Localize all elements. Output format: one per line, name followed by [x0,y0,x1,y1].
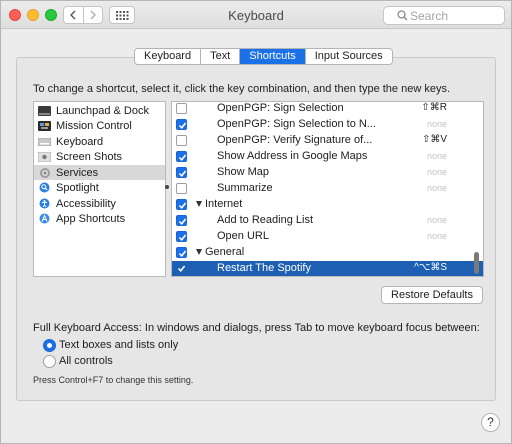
preference-tabs: Keyboard Text Shortcuts Input Sources [134,48,393,65]
sidebar-item-app-shortcuts[interactable]: App Shortcuts [34,211,165,226]
radio-text-boxes-and-lists[interactable] [43,339,56,352]
tab-keyboard[interactable]: Keyboard [135,49,202,64]
checkmark-icon [178,154,187,162]
checkmark-icon [177,265,186,273]
shortcut-list: OpenPGP: Sign Selection ⇧⌘R OpenPGP: Sig… [171,101,484,277]
spotlight-icon [38,182,51,193]
sidebar-item-label: App Shortcuts [56,212,126,225]
shortcut-key[interactable]: ⇧⌘R [421,102,447,113]
disclosure-triangle-icon[interactable] [196,249,202,255]
disclosure-triangle-icon[interactable] [196,201,202,207]
shortcut-key[interactable]: none [427,231,447,241]
screenshot-icon [38,151,51,162]
shortcut-checkbox[interactable] [176,167,187,178]
search-field[interactable]: Search [383,6,505,25]
shortcut-group-row[interactable]: General [172,245,483,261]
title-bar: Keyboard Search [1,1,511,29]
checkmark-icon [178,202,187,210]
shortcut-row[interactable]: OpenPGP: Sign Selection to N... none [172,117,483,133]
radio-all-controls[interactable] [43,355,56,368]
accessibility-icon [38,198,51,209]
sidebar-item-spotlight[interactable]: Spotlight [34,180,165,195]
shortcut-checkbox[interactable] [176,199,187,210]
shortcut-key[interactable]: none [427,215,447,225]
sidebar-item-label: Launchpad & Dock [56,104,149,117]
shortcut-row[interactable]: OpenPGP: Verify Signature of... ⇧⌘V [172,133,483,149]
shortcut-label: OpenPGP: Sign Selection to N... [217,118,376,130]
shortcut-label: OpenPGP: Sign Selection [217,102,344,114]
shortcut-key[interactable]: none [427,167,447,177]
shortcut-checkbox[interactable] [176,263,187,274]
checkmark-icon [178,218,187,226]
sidebar-item-screen-shots[interactable]: Screen Shots [34,149,165,164]
tab-text[interactable]: Text [201,49,241,64]
shortcut-row-selected[interactable]: Restart The Spotify ^⌥⌘S [172,261,483,276]
radio-label-all-controls[interactable]: All controls [59,355,113,367]
shortcut-label: Open URL [217,230,269,242]
shortcut-row[interactable]: Summarize none [172,181,483,197]
keyboard-preferences-window: Keyboard Search Keyboard Text Shortcuts … [0,0,512,444]
shortcut-label: Add to Reading List [217,214,314,226]
sidebar-item-mission-control[interactable]: Mission Control [34,118,165,133]
tab-shortcuts[interactable]: Shortcuts [240,49,306,64]
shortcut-row[interactable]: Show Map none [172,165,483,181]
shortcut-group-row[interactable]: Internet [172,197,483,213]
sidebar-item-keyboard[interactable]: Keyboard [34,134,165,149]
shortcut-label: Restart The Spotify [217,262,311,274]
shortcut-row[interactable]: OpenPGP: Sign Selection ⇧⌘R [172,102,483,117]
sidebar-item-label: Keyboard [56,135,104,148]
shortcut-checkbox[interactable] [176,231,187,242]
app-shortcuts-icon [38,213,51,224]
shortcut-row[interactable]: Open URL none [172,229,483,245]
shortcut-key[interactable]: ^⌥⌘S [414,262,447,273]
restore-defaults-button[interactable]: Restore Defaults [381,286,483,304]
gear-icon [38,167,51,178]
shortcut-key[interactable]: none [427,119,447,129]
shortcut-group-label: Internet [205,198,243,210]
keyboard-access-hint: Press Control+F7 to change this setting. [33,375,194,385]
sidebar-item-label: Services [56,166,99,179]
shortcut-key[interactable]: ⇧⌘V [422,134,447,145]
checkmark-icon [178,234,187,242]
checkmark-icon [178,250,187,258]
shortcut-category-list: Launchpad & Dock Mission Control Keyboar… [33,101,166,277]
tab-input-sources[interactable]: Input Sources [305,49,392,64]
mission-control-icon [38,120,51,131]
full-keyboard-access-label: Full Keyboard Access: In windows and dia… [33,322,480,334]
shortcut-group-label: General [205,246,245,258]
sidebar-item-launchpad-dock[interactable]: Launchpad & Dock [34,103,165,118]
search-placeholder: Search [410,8,449,23]
shortcut-label: Show Address in Google Maps [217,150,368,162]
sidebar-item-label: Spotlight [56,181,99,194]
sidebar-item-accessibility[interactable]: Accessibility [34,196,165,211]
launchpad-icon [38,105,51,116]
shortcut-key[interactable]: none [427,151,447,161]
shortcut-label: OpenPGP: Verify Signature of... [217,134,373,146]
shortcut-checkbox[interactable] [176,247,187,258]
shortcut-checkbox[interactable] [176,215,187,226]
shortcut-row[interactable]: Add to Reading List none [172,213,483,229]
radio-label-text-boxes-and-lists[interactable]: Text boxes and lists only [59,339,178,351]
shortcut-row[interactable]: Show Address in Google Maps none [172,149,483,165]
shortcut-checkbox[interactable] [176,103,187,114]
shortcut-checkbox[interactable] [176,183,187,194]
shortcut-label: Show Map [217,166,269,178]
split-view-divider-handle[interactable] [165,185,169,189]
shortcut-checkbox[interactable] [176,151,187,162]
help-button[interactable]: ? [481,413,500,432]
sidebar-item-label: Accessibility [56,197,116,210]
instructions-text: To change a shortcut, select it, click t… [33,83,451,95]
shortcut-checkbox[interactable] [176,119,187,130]
sidebar-item-label: Mission Control [56,119,132,132]
sidebar-item-label: Screen Shots [56,150,123,163]
shortcut-label: Summarize [217,182,273,194]
checkmark-icon [178,170,187,178]
shortcut-checkbox[interactable] [176,135,187,146]
sidebar-item-services[interactable]: Services [34,165,165,180]
search-icon [397,10,408,21]
shortcut-list-scrollbar[interactable] [474,252,479,274]
shortcut-key[interactable]: none [427,183,447,193]
checkmark-icon [178,122,187,130]
keyboard-icon [38,136,51,147]
